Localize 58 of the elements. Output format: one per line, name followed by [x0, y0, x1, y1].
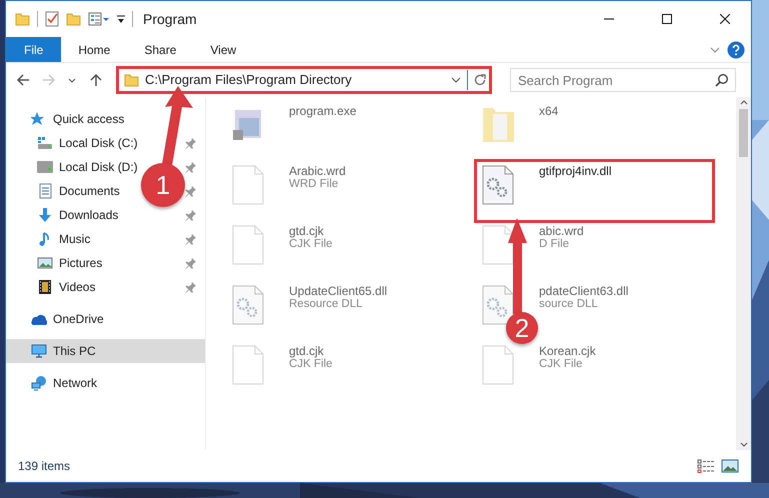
file-type: CJK File [289, 238, 332, 252]
film-icon [37, 279, 53, 295]
file-type: Resource DLL [289, 298, 364, 312]
window-title: Program [143, 10, 197, 29]
file-name[interactable]: gtd.cjk [289, 224, 332, 238]
file-type: CJK File [289, 358, 332, 372]
file-name[interactable]: abic.wrd [539, 224, 584, 238]
landscape-picture-icon [37, 255, 53, 271]
file-type: D File [539, 238, 570, 252]
file-type: CJK File [539, 358, 584, 372]
sidebar-item[interactable]: Music [6, 227, 92, 251]
ribbon-tab[interactable]: Home [61, 37, 128, 62]
folder-icon [124, 72, 140, 88]
file-name[interactable]: x64 [539, 104, 558, 118]
scrollbar[interactable] [736, 97, 751, 450]
sidebar-item[interactable]: Quick access [6, 107, 126, 131]
document-icon [37, 183, 53, 199]
details-view-icon[interactable] [697, 459, 715, 473]
address-bar[interactable]: C:\Program Files\Program Directory [116, 66, 492, 94]
sidebar-item[interactable]: Downloads [6, 203, 120, 227]
minimize-icon[interactable] [604, 18, 614, 20]
file-name[interactable]: program.exe [289, 104, 356, 118]
sidebar-item[interactable]: Videos [6, 275, 98, 299]
ribbon-tab[interactable]: Share [127, 37, 194, 62]
maximize-icon[interactable] [662, 14, 672, 24]
download-arrow-icon [37, 207, 53, 223]
network-icon [31, 375, 47, 391]
close-icon[interactable] [720, 14, 730, 24]
large-icons-view-icon[interactable] [721, 459, 739, 473]
drive-icon [37, 159, 53, 175]
checklist-icon[interactable] [44, 11, 60, 27]
item-count: 139 items [18, 458, 72, 475]
file-name[interactable]: gtifproj4inv.dll [539, 164, 612, 178]
file-type: WRD File [289, 178, 340, 192]
sidebar-item[interactable]: Local Disk (D:) [6, 155, 140, 179]
file-name[interactable]: Korean.cjk [539, 344, 596, 358]
sidebar-item[interactable]: Local Disk (C:) [6, 131, 140, 155]
ribbon-tab[interactable]: File [6, 37, 62, 62]
address-path: C:\Program Files\Program Directory [145, 71, 353, 90]
sidebar-item[interactable]: This PC [6, 339, 205, 363]
file-name[interactable]: gtd.cjk [289, 344, 332, 358]
file-name[interactable]: Arabic.wrd [289, 164, 346, 178]
sidebar-item[interactable]: OneDrive [6, 307, 106, 331]
help-icon[interactable] [727, 40, 745, 58]
search-icon [715, 73, 729, 87]
file-type: source DLL [539, 298, 599, 312]
computer-icon [31, 343, 47, 359]
file-name[interactable]: pdateClient63.dll [539, 284, 628, 298]
drive-icon [37, 135, 53, 151]
sidebar-item[interactable]: Documents [6, 179, 122, 203]
ribbon-tab[interactable]: View [193, 37, 254, 62]
file-name[interactable]: UpdateClient65.dll [289, 284, 388, 298]
sidebar-item[interactable]: Pictures [6, 251, 104, 275]
search-field[interactable]: Search Program [510, 68, 736, 92]
scroll-thumb[interactable] [739, 109, 748, 157]
sidebar-item[interactable]: Network [6, 371, 100, 395]
properties-icon[interactable] [88, 11, 110, 27]
file-item[interactable]: gtifproj4inv.dll [476, 161, 713, 221]
